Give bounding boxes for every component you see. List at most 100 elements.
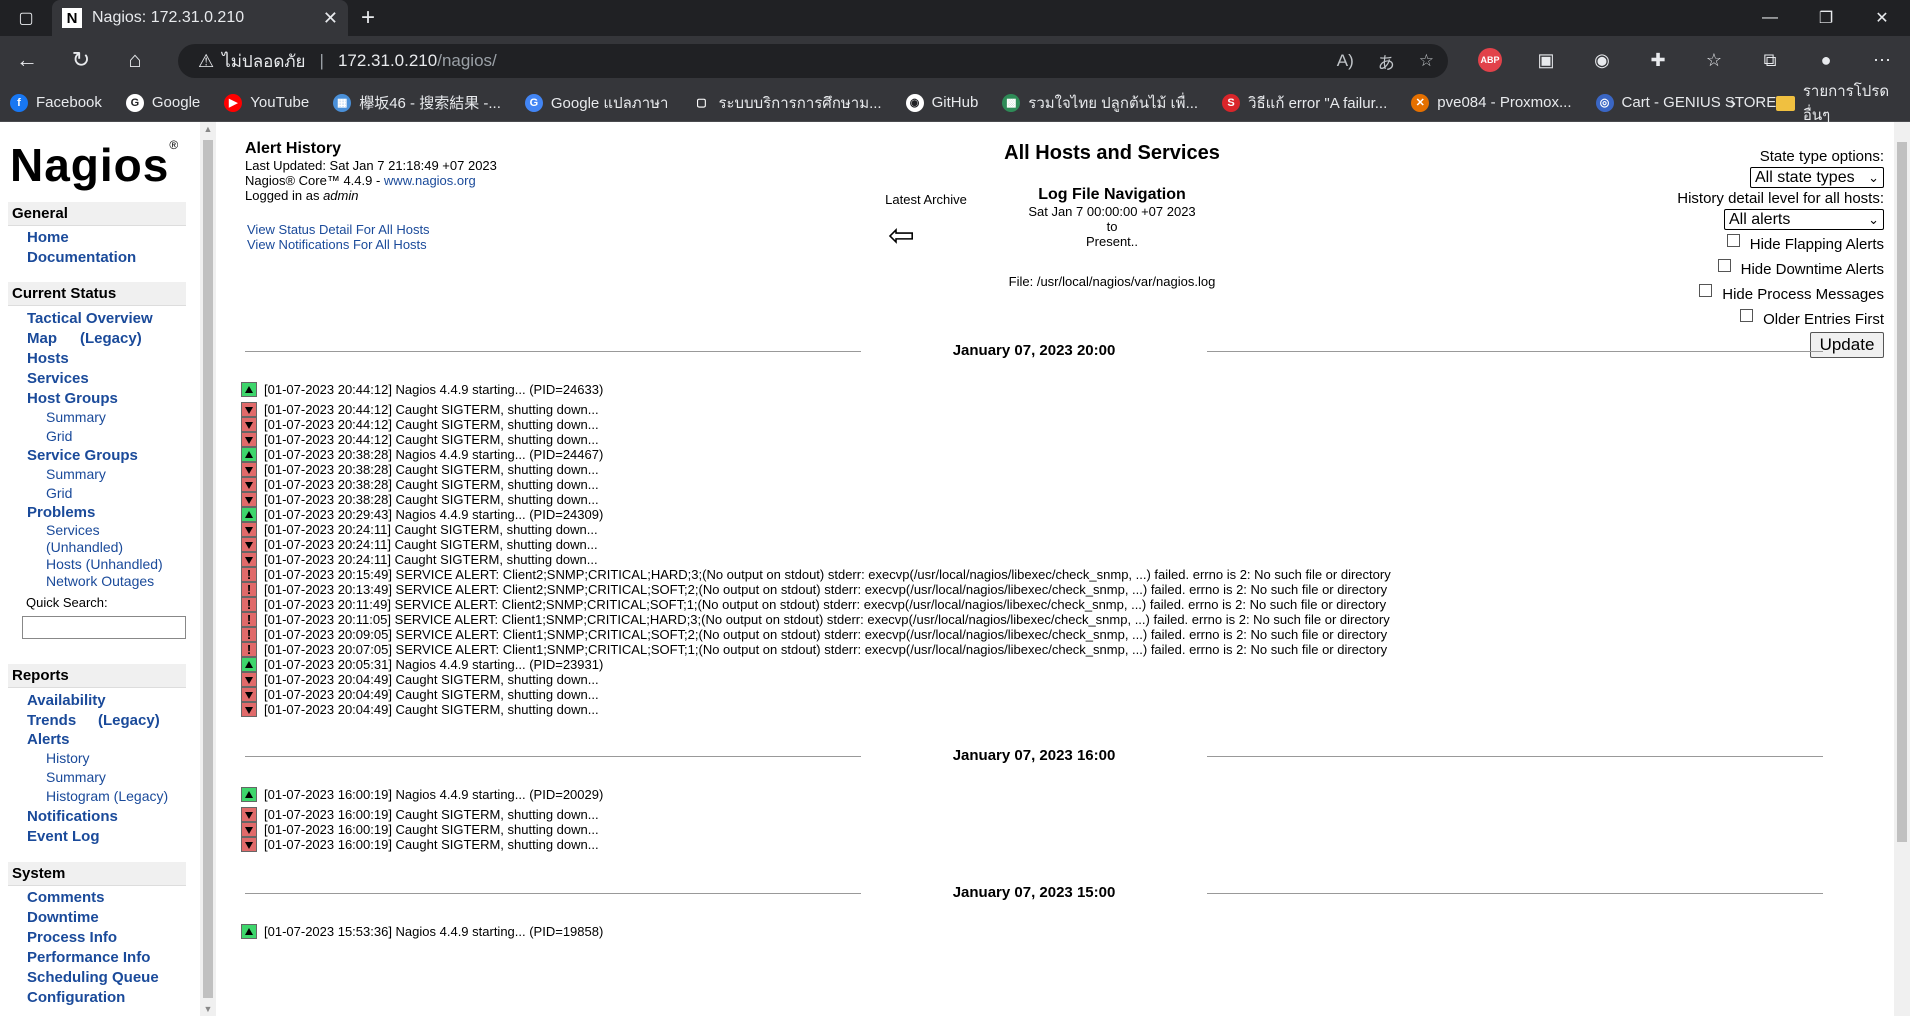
nav-trends[interactable]: Trends <box>27 712 76 729</box>
bookmark-item[interactable]: f Facebook <box>10 93 102 112</box>
collections-icon[interactable]: ⧉ <box>1742 36 1798 84</box>
nav-comments[interactable]: Comments <box>27 889 105 906</box>
nav-problems-services-unhandled[interactable]: (Unhandled) <box>46 539 123 555</box>
page-scroll-thumb[interactable] <box>1897 142 1907 842</box>
nav-performance-info[interactable]: Performance Info <box>27 949 150 966</box>
page-scrollbar[interactable] <box>1894 122 1910 1016</box>
alert-entry-text: [01-07-2023 16:00:19] Caught SIGTERM, sh… <box>264 837 599 852</box>
nav-downtime[interactable]: Downtime <box>27 909 99 926</box>
nav-scheduling-queue[interactable]: Scheduling Queue <box>27 969 159 986</box>
update-button[interactable]: Update <box>1810 332 1884 358</box>
profile-avatar-icon[interactable]: ● <box>1798 36 1854 84</box>
view-notifications-link[interactable]: View Notifications For All Hosts <box>247 237 430 252</box>
alert-entry: [01-07-2023 20:13:49] SERVICE ALERT: Cli… <box>241 582 1387 597</box>
home-icon[interactable]: ⌂ <box>108 36 162 84</box>
bookmark-item[interactable]: ✕ pve084 - Proxmox... <box>1411 93 1572 112</box>
favorites-icon[interactable]: ☆ <box>1686 36 1742 84</box>
nav-problems-services[interactable]: Services <box>46 522 100 538</box>
nav-alerts[interactable]: Alerts <box>27 731 70 748</box>
nav-servicegroup-summary[interactable]: Summary <box>46 466 106 482</box>
nav-servicegroup-grid[interactable]: Grid <box>46 485 72 501</box>
scroll-down-icon[interactable]: ▼ <box>203 1004 213 1014</box>
nav-configuration[interactable]: Configuration <box>27 989 125 1006</box>
nav-process-info[interactable]: Process Info <box>27 929 117 946</box>
nav-hostgroup-summary[interactable]: Summary <box>46 409 106 425</box>
idm-icon[interactable]: ◉ <box>1574 36 1630 84</box>
browser-tab[interactable]: N Nagios: 172.31.0.210 ✕ <box>52 0 348 36</box>
nav-host-groups[interactable]: Host Groups <box>27 390 118 407</box>
older-first-checkbox[interactable] <box>1740 309 1754 322</box>
detail-level-select[interactable]: All alerts ⌄ <box>1724 209 1884 230</box>
nav-problems[interactable]: Problems <box>27 504 95 521</box>
nav-documentation[interactable]: Documentation <box>27 249 136 266</box>
nav-trends-legacy[interactable]: (Legacy) <box>98 712 160 729</box>
nav-notifications[interactable]: Notifications <box>27 808 118 825</box>
bookmarks-more-icon[interactable]: › <box>1730 84 1736 122</box>
bookmark-item[interactable]: ◉ GitHub <box>905 93 978 112</box>
alert-entry: [01-07-2023 20:11:05] SERVICE ALERT: Cli… <box>241 612 1390 627</box>
alert-entry-text: [01-07-2023 20:24:11] Caught SIGTERM, sh… <box>264 522 598 537</box>
nav-alerts-history[interactable]: History <box>46 750 90 766</box>
bookmark-item[interactable]: S วิธีแก้ error "A failur... <box>1222 91 1387 115</box>
state-type-select[interactable]: All state types ⌄ <box>1750 167 1884 188</box>
bookmark-item[interactable]: ▦ 欅坂46 - 搜索結果 -... <box>333 92 501 113</box>
nav-hostgroup-grid[interactable]: Grid <box>46 428 72 444</box>
nav-map[interactable]: Map <box>27 330 57 347</box>
read-aloud-icon[interactable]: A) <box>1337 51 1354 71</box>
detail-level-label: History detail level for all hosts: <box>1677 190 1884 207</box>
bookmark-item[interactable]: ◎ Cart - GENIUS STORE <box>1595 93 1776 112</box>
close-tab-icon[interactable]: ✕ <box>323 8 338 29</box>
new-tab-icon[interactable]: + <box>348 0 388 36</box>
quick-search-input[interactable] <box>22 616 186 639</box>
more-menu-icon[interactable]: ⋯ <box>1854 36 1910 84</box>
view-status-detail-link[interactable]: View Status Detail For All Hosts <box>247 222 430 237</box>
hide-process-checkbox[interactable] <box>1699 284 1713 297</box>
alert-entry: [01-07-2023 16:00:19] Caught SIGTERM, sh… <box>241 822 599 837</box>
down-arrow-icon <box>241 522 257 537</box>
hide-flapping-checkbox[interactable] <box>1726 234 1740 247</box>
nav-service-groups[interactable]: Service Groups <box>27 447 138 464</box>
nav-availability[interactable]: Availability <box>27 692 106 709</box>
latest-archive-arrow-icon[interactable]: ⇦ <box>888 216 915 254</box>
nav-services[interactable]: Services <box>27 370 89 387</box>
nagios-org-link[interactable]: www.nagios.org <box>384 173 476 188</box>
favorite-star-icon[interactable]: ☆ <box>1419 51 1434 71</box>
restore-icon[interactable]: ❐ <box>1798 0 1854 36</box>
page-title: Alert History <box>245 140 342 157</box>
alert-entry: [01-07-2023 20:38:28] Caught SIGTERM, sh… <box>241 477 599 492</box>
nav-scrollbar[interactable]: ▲ ▼ <box>200 122 216 1016</box>
nav-alerts-summary[interactable]: Summary <box>46 769 106 785</box>
translate-icon[interactable]: あ <box>1378 49 1395 74</box>
bookmark-item[interactable]: ▢ ระบบบริการการศึกษาม... <box>692 91 882 115</box>
nav-alerts-histogram[interactable]: Histogram (Legacy) <box>46 788 168 804</box>
nav-scroll-thumb[interactable] <box>203 140 213 998</box>
nav-hosts[interactable]: Hosts <box>27 350 69 367</box>
alert-entry: [01-07-2023 20:11:49] SERVICE ALERT: Cli… <box>241 597 1386 612</box>
nav-home[interactable]: Home <box>27 229 69 246</box>
address-bar[interactable]: ⚠ ไม่ปลอดภัย | 172.31.0.210/nagios/ A) あ… <box>178 44 1448 78</box>
puzzle-icon[interactable]: ✚ <box>1630 36 1686 84</box>
alert-entry: [01-07-2023 20:04:49] Caught SIGTERM, sh… <box>241 687 599 702</box>
nav-map-legacy[interactable]: (Legacy) <box>80 330 142 347</box>
alert-entry-text: [01-07-2023 20:13:49] SERVICE ALERT: Cli… <box>264 582 1388 597</box>
back-icon[interactable]: ← <box>0 36 54 84</box>
logged-in-label: Logged in as <box>245 188 324 203</box>
minimize-icon[interactable]: — <box>1742 0 1798 36</box>
extension-icon[interactable]: ▣ <box>1518 36 1574 84</box>
nav-event-log[interactable]: Event Log <box>27 828 100 845</box>
bookmark-item[interactable]: ▩ รวมใจไทย ปลูกต้นไม้ เพื่... <box>1002 91 1198 115</box>
adblock-icon[interactable]: ABP <box>1478 48 1502 72</box>
nav-problems-hosts-unhandled[interactable]: Hosts (Unhandled) <box>46 556 163 572</box>
scroll-up-icon[interactable]: ▲ <box>203 124 213 134</box>
reload-icon[interactable]: ↻ <box>54 36 108 84</box>
nav-network-outages[interactable]: Network Outages <box>46 573 154 589</box>
close-window-icon[interactable]: ✕ <box>1854 0 1910 36</box>
other-favorites-folder[interactable]: รายการโปรดอื่นๆ <box>1776 83 1910 124</box>
alert-entry-text: [01-07-2023 20:38:28] Nagios 4.4.9 start… <box>264 447 604 462</box>
bookmark-item[interactable]: G Google แปลภาษา <box>524 91 668 115</box>
tab-actions-icon[interactable]: ▢ <box>0 0 52 36</box>
nav-tactical-overview[interactable]: Tactical Overview <box>27 310 153 327</box>
hide-downtime-checkbox[interactable] <box>1717 259 1731 272</box>
bookmark-item[interactable]: ▶ YouTube <box>224 93 309 112</box>
bookmark-item[interactable]: G Google <box>125 93 200 112</box>
